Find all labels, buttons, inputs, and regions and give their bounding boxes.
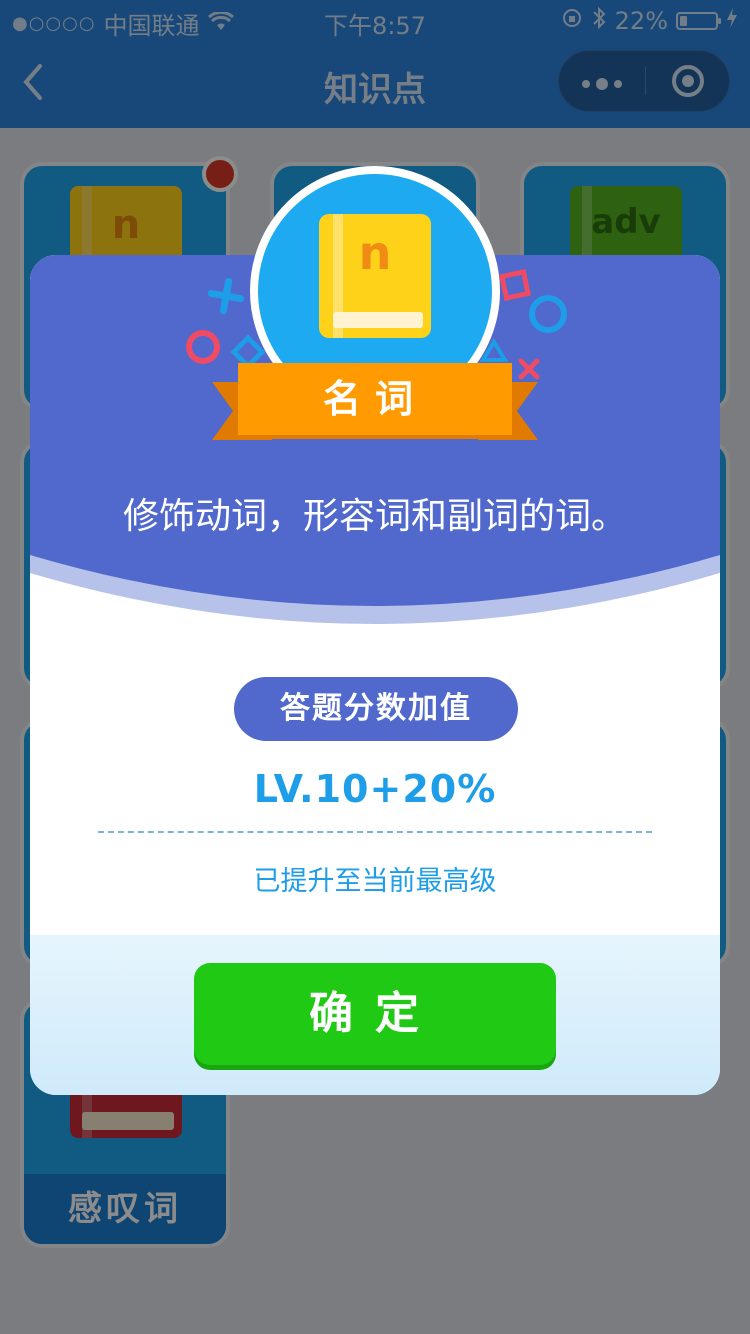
plus-shape-icon [208, 278, 244, 314]
max-level-note: 已提升至当前最高级 [253, 866, 497, 897]
noun-book-icon: n [319, 214, 439, 350]
modal-footer: 确定 [30, 935, 720, 1095]
cross-shape-icon [518, 358, 540, 380]
circle-shape-icon [186, 330, 220, 364]
word-type-ribbon: 名词 [238, 363, 512, 435]
level-bonus-value: LV.10+20% [253, 767, 497, 811]
word-description: 修饰动词，形容词和副词的词。 [122, 496, 627, 537]
confirm-button[interactable]: 确定 [194, 963, 556, 1065]
dashed-divider [98, 831, 652, 833]
circle-shape-icon [529, 295, 567, 333]
word-badge: n 名词 [180, 160, 570, 470]
score-bonus-label: 答题分数加值 [234, 677, 518, 741]
